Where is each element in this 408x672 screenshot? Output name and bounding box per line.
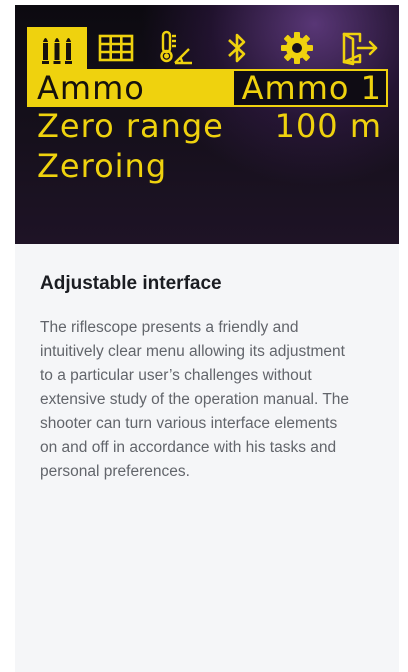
feature-description: Adjustable interface The riflescope pres… <box>40 270 350 484</box>
menu-tab-bar <box>27 27 387 71</box>
exit-icon[interactable] <box>337 27 383 69</box>
bluetooth-icon[interactable] <box>217 27 257 69</box>
menu-row-zero-range[interactable]: Zero range 100 m <box>27 107 388 145</box>
menu-row-label: Zero range <box>37 107 224 145</box>
menu-row-zeroing[interactable]: Zeroing <box>27 147 388 185</box>
menu-row-label: Ammo <box>37 69 145 107</box>
menu-row-value[interactable]: Ammo 1 <box>231 69 388 107</box>
feature-body-text: The riflescope presents a friendly and i… <box>40 319 350 480</box>
ammo-icon[interactable] <box>27 27 87 69</box>
feature-heading: Adjustable interface <box>40 273 222 294</box>
grid-icon[interactable] <box>95 27 137 69</box>
thermometer-angle-icon[interactable] <box>155 27 197 69</box>
riflescope-screen: Ammo Ammo 1 Zero range 100 m Zeroing <box>15 5 399 244</box>
gear-icon[interactable] <box>275 27 319 69</box>
menu-row-label: Zeroing <box>37 147 168 185</box>
menu-row-value: 100 m <box>274 107 382 145</box>
menu-row-ammo[interactable]: Ammo Ammo 1 <box>27 69 388 107</box>
